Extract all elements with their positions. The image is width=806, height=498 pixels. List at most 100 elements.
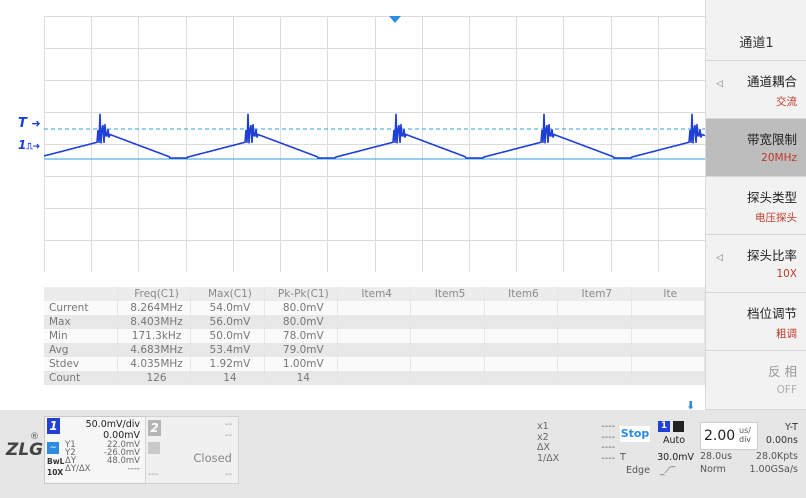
waveform-svg bbox=[44, 16, 705, 272]
menu-item-label: 探头类型 bbox=[746, 190, 797, 205]
measure-cell bbox=[337, 301, 412, 315]
measure-header: Item4 bbox=[337, 287, 412, 301]
x1-value: ---- bbox=[601, 421, 615, 432]
menu-item-label: 档位调节 bbox=[746, 306, 797, 321]
measure-cell: 79.0mV bbox=[264, 343, 339, 357]
menu-item-value: 交流 bbox=[776, 96, 797, 108]
menu-item-value: OFF bbox=[776, 384, 797, 396]
channel1-info[interactable]: 1 50.0mV/div 0.00mV ~ BwL 10X Y1 Y2 ΔY Δ… bbox=[44, 416, 147, 484]
channel1-trace bbox=[44, 113, 705, 159]
channel2-info[interactable]: 2 -- -- Closed --- -- bbox=[145, 416, 239, 484]
trigger-level-marker[interactable]: T ➜ bbox=[18, 116, 41, 131]
dydx-label: ΔY/ΔX bbox=[65, 464, 91, 474]
measure-row: Avg 4.683MHz 53.4mV 79.0mV bbox=[44, 343, 705, 357]
measure-cell: 14 bbox=[190, 371, 265, 385]
measure-cell bbox=[631, 301, 705, 315]
channel1-scale: 50.0mV/div bbox=[85, 419, 140, 430]
measure-cell bbox=[484, 357, 559, 371]
menu-item-label: 带宽限制 bbox=[746, 132, 797, 147]
record-points: 28.0Kpts bbox=[755, 451, 798, 462]
channel1-marker[interactable]: 1⎍➜ bbox=[18, 138, 40, 152]
timebase-scale-box[interactable]: 2.00 us/ div bbox=[700, 422, 758, 450]
measure-cell bbox=[557, 371, 632, 385]
menu-item-label: 探头比率 bbox=[746, 248, 797, 263]
measure-cell bbox=[631, 343, 705, 357]
dx-label: ΔX bbox=[537, 442, 551, 453]
measure-row-label: Stdev bbox=[44, 357, 118, 371]
measure-cell bbox=[557, 315, 632, 329]
graticule bbox=[44, 16, 705, 272]
measure-cell: 54.0mV bbox=[190, 301, 265, 315]
channel2-scale: -- bbox=[225, 419, 232, 430]
timebase-unit-top: us/ bbox=[739, 426, 751, 435]
rising-edge-icon: _⟋‾ bbox=[660, 466, 676, 476]
left-arrow-icon: ◁ bbox=[716, 79, 723, 89]
menu-item-value: 粗调 bbox=[776, 328, 797, 340]
menu-item-value: 20MHz bbox=[761, 152, 797, 164]
acquire-mode: Norm bbox=[700, 464, 726, 475]
menu-item-scale-adjust[interactable]: 档位调节 粗调 bbox=[706, 292, 806, 351]
measure-header bbox=[44, 287, 118, 301]
measure-cell bbox=[631, 371, 705, 385]
registered-mark: ® bbox=[30, 432, 39, 442]
trigger-source-badge: 1 bbox=[658, 421, 670, 432]
measure-cell: 53.4mV bbox=[190, 343, 265, 357]
coupling-ac-icon: ~ bbox=[47, 442, 59, 454]
menu-item-probe-type[interactable]: 探头类型 电压探头 bbox=[706, 176, 806, 235]
measure-cell: 50.0mV bbox=[190, 329, 265, 343]
menu-item-value: 10X bbox=[776, 268, 797, 280]
menu-item-coupling[interactable]: ◁ 通道耦合 交流 bbox=[706, 60, 806, 119]
measure-cell bbox=[484, 371, 559, 385]
menu-item-invert[interactable]: 反 相 OFF bbox=[706, 350, 806, 410]
waveform-panel: T ➜ 1⎍➜ Freq(C1) Max(C1) Pk-Pk(C1) Item4 Ite… bbox=[0, 0, 705, 412]
trigger-info[interactable]: Stop 1 Auto T 30.0mV Edge _⟋‾ bbox=[618, 418, 698, 484]
measure-cell bbox=[337, 343, 412, 357]
measure-cell: 14 bbox=[264, 371, 339, 385]
dx-value: ---- bbox=[601, 442, 615, 453]
channel-menu: 通道1 ◁ 通道耦合 交流 带宽限制 20MHz 探头类型 电压探头 ◁ 探头比… bbox=[705, 0, 806, 410]
trigger-type: Edge bbox=[626, 465, 650, 476]
measure-cell bbox=[631, 329, 705, 343]
waveform-grid[interactable] bbox=[44, 16, 705, 272]
measure-cell: 171.3kHz bbox=[117, 329, 192, 343]
trigger-position-marker[interactable] bbox=[389, 16, 401, 23]
measure-cell bbox=[484, 301, 559, 315]
measure-cell bbox=[337, 329, 412, 343]
invdx-label: 1/ΔX bbox=[537, 452, 560, 464]
measure-cell bbox=[484, 329, 559, 343]
trigger-menu-icon bbox=[673, 421, 684, 432]
menu-item-probe-ratio[interactable]: ◁ 探头比率 10X bbox=[706, 234, 806, 293]
measure-cell bbox=[557, 357, 632, 371]
timebase-unit-bottom: div bbox=[739, 435, 752, 444]
menu-item-label: 反 相 bbox=[768, 364, 797, 379]
trigger-level-label: T bbox=[620, 452, 626, 463]
measure-cell: 56.0mV bbox=[190, 315, 265, 329]
measure-cell bbox=[410, 357, 485, 371]
menu-title: 通道1 bbox=[739, 36, 774, 51]
measure-cell bbox=[410, 371, 485, 385]
zlg-logo: ZLG bbox=[6, 440, 44, 460]
measure-row-label: Count bbox=[44, 371, 118, 385]
measure-header: Pk-Pk(C1) bbox=[264, 287, 339, 301]
menu-item-value: 电压探头 bbox=[755, 212, 797, 224]
left-arrow-icon: ◁ bbox=[716, 253, 723, 263]
menu-item-bandwidth-limit[interactable]: 带宽限制 20MHz bbox=[706, 118, 806, 177]
bandwidth-limit-indicator: BwL bbox=[47, 457, 65, 466]
measure-header: Item7 bbox=[557, 287, 632, 301]
timebase-info[interactable]: 2.00 us/ div Y-T 0.00ns 28.0us 28.0Kpts … bbox=[698, 418, 804, 484]
horizontal-position: 0.00ns bbox=[765, 435, 798, 446]
measure-header: Ite bbox=[631, 287, 705, 301]
measure-cell: 4.035MHz bbox=[117, 357, 192, 371]
measure-cell bbox=[557, 343, 632, 357]
run-stop-button[interactable]: Stop bbox=[620, 426, 650, 442]
measure-cell bbox=[484, 315, 559, 329]
channel2-dash: --- bbox=[148, 469, 159, 480]
measure-row-label: Avg bbox=[44, 343, 118, 357]
measure-cell bbox=[631, 357, 705, 371]
oscilloscope-screen: T ➜ 1⎍➜ Freq(C1) Max(C1) Pk-Pk(C1) Item4 Ite… bbox=[0, 0, 806, 498]
measure-cell: 80.0mV bbox=[264, 301, 339, 315]
measure-cell bbox=[557, 329, 632, 343]
channel2-badge: 2 bbox=[148, 420, 161, 436]
measure-cell: 126 bbox=[117, 371, 192, 385]
cursor-readout[interactable]: x1 x2 ΔX 1/ΔX ---- ---- ---- ---- bbox=[537, 420, 617, 482]
